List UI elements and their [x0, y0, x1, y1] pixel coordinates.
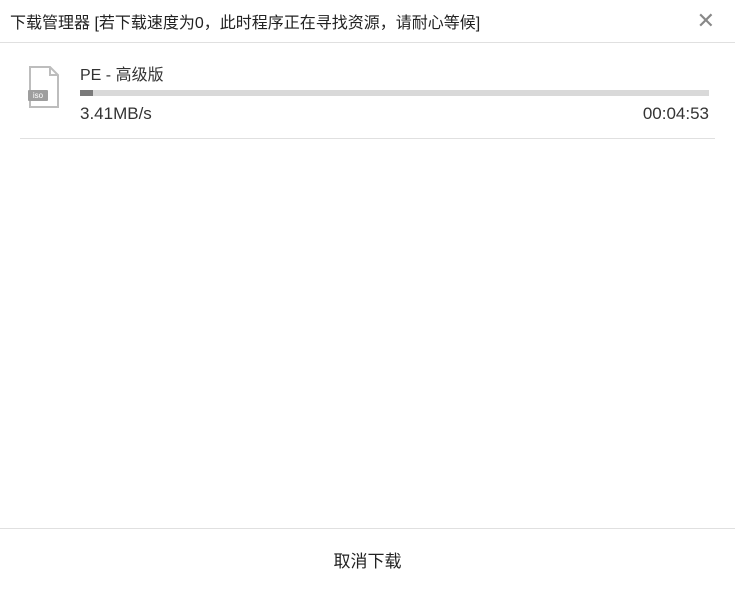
- download-remaining: 00:04:53: [643, 104, 709, 124]
- close-button[interactable]: ✕: [691, 8, 721, 34]
- progress-fill: [80, 90, 93, 96]
- download-info: PE - 高级版 3.41MB/s 00:04:53: [80, 61, 709, 124]
- download-list: iso PE - 高级版 3.41MB/s 00:04:53: [0, 43, 735, 528]
- progress-bar: [80, 90, 709, 96]
- download-filename: PE - 高级版: [80, 61, 709, 85]
- close-icon: ✕: [697, 8, 715, 33]
- download-manager-window: 下载管理器 [若下载速度为0，此时程序正在寻找资源，请耐心等候] ✕ iso P…: [0, 0, 735, 590]
- file-iso-icon: iso: [26, 65, 62, 109]
- titlebar: 下载管理器 [若下载速度为0，此时程序正在寻找资源，请耐心等候] ✕: [0, 0, 735, 43]
- download-speed: 3.41MB/s: [80, 104, 152, 124]
- svg-text:iso: iso: [33, 91, 44, 100]
- window-title: 下载管理器 [若下载速度为0，此时程序正在寻找资源，请耐心等候]: [10, 9, 480, 33]
- cancel-download-button[interactable]: 取消下载: [334, 547, 402, 572]
- download-stats: 3.41MB/s 00:04:53: [80, 104, 709, 124]
- footer: 取消下载: [0, 528, 735, 590]
- download-item: iso PE - 高级版 3.41MB/s 00:04:53: [20, 55, 715, 139]
